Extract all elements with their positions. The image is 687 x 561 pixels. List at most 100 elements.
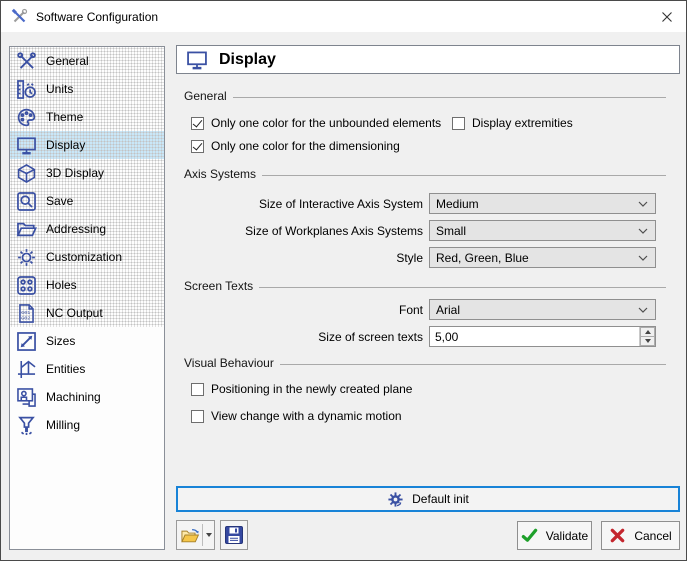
field-label: Style	[176, 251, 423, 265]
interactive-axis-size-dropdown[interactable]: Medium	[429, 193, 656, 214]
folder-open-icon	[180, 525, 200, 546]
group-general: General	[184, 89, 666, 103]
triangle-up-icon	[645, 330, 651, 334]
sidebar-item-addressing[interactable]: Addressing	[10, 215, 164, 243]
close-icon[interactable]	[654, 6, 680, 28]
sidebar-item-milling[interactable]: Milling	[10, 411, 164, 439]
font-dropdown[interactable]: Arial	[429, 299, 656, 320]
sidebar-item-label: Customization	[46, 250, 122, 264]
group-divider	[259, 287, 666, 288]
spin-down-button[interactable]	[640, 336, 655, 346]
sidebar-item-3d-display[interactable]: 3D Display	[10, 159, 164, 187]
sidebar-item-label: NC Output	[46, 306, 103, 320]
sidebar-item-machining[interactable]: Machining	[10, 383, 164, 411]
checkbox-row: Only one color for the unbounded element…	[191, 115, 441, 131]
sidebar-list: General Units Theme Display 3D Display S…	[9, 46, 165, 550]
spin-up-button[interactable]	[640, 327, 655, 336]
form-row: Style Red, Green, Blue	[176, 247, 680, 268]
chevron-down-icon	[638, 201, 648, 207]
palette-icon	[16, 107, 37, 128]
sidebar-item-nc-output[interactable]: G01G02 NC Output	[10, 299, 164, 327]
field-label: Size of Interactive Axis System	[176, 197, 423, 211]
open-config-split-button[interactable]	[176, 520, 215, 550]
dropdown-value: Small	[436, 224, 466, 238]
dropdown-value: Red, Green, Blue	[436, 251, 529, 265]
monitor-icon	[185, 49, 209, 71]
validate-button[interactable]: Validate	[517, 521, 592, 550]
sidebar-item-theme[interactable]: Theme	[10, 103, 164, 131]
workplanes-axis-size-dropdown[interactable]: Small	[429, 220, 656, 241]
sidebar-item-label: Theme	[46, 110, 83, 124]
sidebar-item-label: Addressing	[46, 222, 106, 236]
sidebar-item-holes[interactable]: Holes	[10, 271, 164, 299]
tools-icon	[16, 51, 37, 72]
form-row: Font Arial	[176, 299, 680, 320]
sidebar-item-units[interactable]: Units	[10, 75, 164, 103]
dropdown-value: Medium	[436, 197, 479, 211]
validate-label: Validate	[546, 529, 588, 543]
checkbox-dimensioning-color[interactable]	[191, 140, 204, 153]
svg-text:G02: G02	[21, 315, 30, 321]
screen-text-size-spinner	[429, 326, 656, 347]
gear-blue-icon	[387, 491, 404, 508]
checkbox-positioning-new-plane[interactable]	[191, 383, 204, 396]
sidebar-item-display[interactable]: Display	[10, 131, 164, 159]
group-visual-behaviour: Visual Behaviour	[184, 356, 666, 370]
chevron-down-icon	[638, 307, 648, 313]
svg-text:G01: G01	[21, 310, 30, 316]
sidebar-item-label: Entities	[46, 362, 85, 376]
chevron-down-icon	[638, 228, 648, 234]
sidebar-item-label: Save	[46, 194, 73, 208]
units-icon	[16, 79, 37, 100]
sidebar-item-entities[interactable]: Entities	[10, 355, 164, 383]
default-init-button[interactable]: Default init	[176, 486, 680, 512]
sidebar-item-label: General	[46, 54, 89, 68]
sidebar-item-label: Display	[46, 138, 85, 152]
triangle-down-icon	[645, 339, 651, 343]
cancel-label: Cancel	[634, 529, 671, 543]
group-divider	[262, 175, 666, 176]
field-label: Size of screen texts	[176, 330, 423, 344]
dropdown-arrow-icon[interactable]	[203, 533, 214, 537]
checkbox-dynamic-view-change[interactable]	[191, 410, 204, 423]
form-row: Size of Workplanes Axis Systems Small	[176, 220, 680, 241]
page-header: Display	[176, 45, 680, 74]
axis-style-dropdown[interactable]: Red, Green, Blue	[429, 247, 656, 268]
sidebar-item-sizes[interactable]: Sizes	[10, 327, 164, 355]
checkbox-unbounded-color[interactable]	[191, 117, 204, 130]
folder-icon	[16, 219, 37, 240]
titlebar: Software Configuration	[1, 1, 686, 32]
group-divider	[233, 97, 666, 98]
checkbox-label: Display extremities	[472, 116, 573, 130]
sidebar-item-customization[interactable]: Customization	[10, 243, 164, 271]
sidebar-item-label: 3D Display	[46, 166, 104, 180]
cancel-button[interactable]: Cancel	[601, 521, 680, 550]
window-title: Software Configuration	[36, 10, 158, 24]
cross-icon	[609, 527, 626, 544]
floppy-save-icon	[224, 525, 244, 545]
save-search-icon	[16, 191, 37, 212]
checkbox-row: View change with a dynamic motion	[191, 408, 402, 424]
sidebar-item-label: Sizes	[46, 334, 75, 348]
form-row: Size of screen texts	[176, 326, 680, 347]
screen-text-size-input[interactable]	[430, 327, 639, 346]
save-config-button[interactable]	[220, 520, 248, 550]
sidebar-item-label: Machining	[46, 390, 101, 404]
crossed-tools-icon	[11, 8, 28, 25]
sidebar-item-save[interactable]: Save	[10, 187, 164, 215]
field-label: Size of Workplanes Axis Systems	[176, 224, 423, 238]
checkbox-row: Display extremities	[452, 115, 573, 131]
checkbox-row: Only one color for the dimensioning	[191, 138, 400, 154]
sidebar-item-label: Holes	[46, 278, 77, 292]
checkbox-display-extremities[interactable]	[452, 117, 465, 130]
default-init-label: Default init	[412, 492, 469, 506]
gear-icon	[16, 247, 37, 268]
cube-icon	[16, 163, 37, 184]
sizes-icon	[16, 331, 37, 352]
sidebar-item-label: Milling	[46, 418, 80, 432]
checkbox-label: Only one color for the unbounded element…	[211, 116, 441, 130]
page-title: Display	[219, 51, 276, 69]
software-configuration-dialog: Software Configuration General Units The…	[0, 0, 687, 561]
sidebar-item-general[interactable]: General	[10, 47, 164, 75]
chevron-down-icon	[638, 255, 648, 261]
